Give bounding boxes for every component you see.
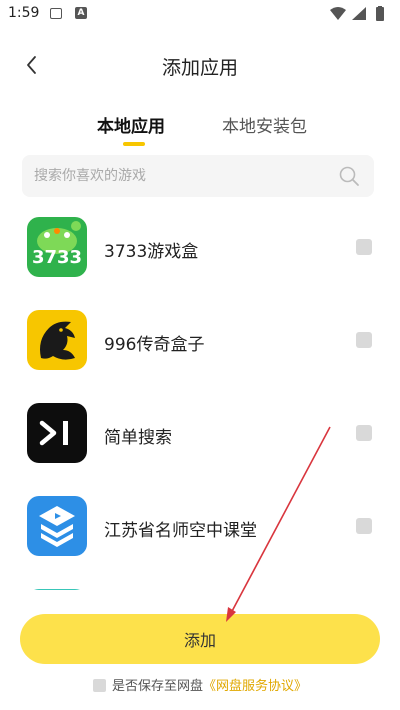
wifi-icon [330,7,346,20]
page-title: 添加应用 [161,57,238,79]
app-name: 简单搜索 [104,428,172,448]
app-checkbox[interactable] [356,518,372,534]
active-tab-indicator [123,142,145,146]
save-to-cloud-option: 是否保存至网盘《网盘服务协议》 [0,675,400,695]
app-item[interactable]: 3733 3733游戏盒 [0,211,400,291]
app-name: 996传奇盒子 [104,335,205,355]
classroom-logo-icon [27,496,87,556]
3733-logo-icon: 3733 [27,217,87,277]
app-checkbox[interactable] [356,239,372,255]
header: 添加应用 [0,40,400,90]
dragon-logo-icon [27,310,87,370]
app-list: 3733 3733游戏盒 996传奇盒子 简单搜索 江苏省名师空中课堂 [0,205,400,590]
app-icon-text: 3733 [32,247,82,268]
search-input[interactable] [34,155,324,197]
a-notification-icon: A [75,7,87,19]
app-item[interactable]: 996传奇盒子 [0,304,400,384]
status-indicators [330,6,384,21]
app-checkbox[interactable] [356,425,372,441]
status-time: 1:59 [8,5,40,21]
search-icon[interactable] [338,165,360,187]
app-icon [27,589,87,590]
search-bar [22,155,374,197]
app-name: 3733游戏盒 [104,242,199,262]
status-bar: 1:59 A [0,0,400,28]
image-notification-icon [50,8,62,19]
app-item[interactable] [0,583,400,590]
tab-local-apps[interactable]: 本地应用 [97,112,165,137]
app-item[interactable]: 江苏省名师空中课堂 [0,490,400,570]
agreement-link[interactable]: 《网盘服务协议》 [203,679,307,694]
app-item[interactable]: 简单搜索 [0,397,400,477]
add-button[interactable]: 添加 [20,614,380,664]
app-name: 江苏省名师空中课堂 [104,521,257,541]
tab-local-packages[interactable]: 本地安装包 [222,112,307,137]
cellular-signal-icon [352,7,366,20]
simple-search-logo-icon [27,403,87,463]
app-checkbox[interactable] [356,332,372,348]
tab-bar: 本地应用 本地安装包 [0,108,400,148]
save-label: 是否保存至网盘 [111,679,203,694]
save-checkbox[interactable] [92,679,106,692]
battery-icon [376,7,384,21]
